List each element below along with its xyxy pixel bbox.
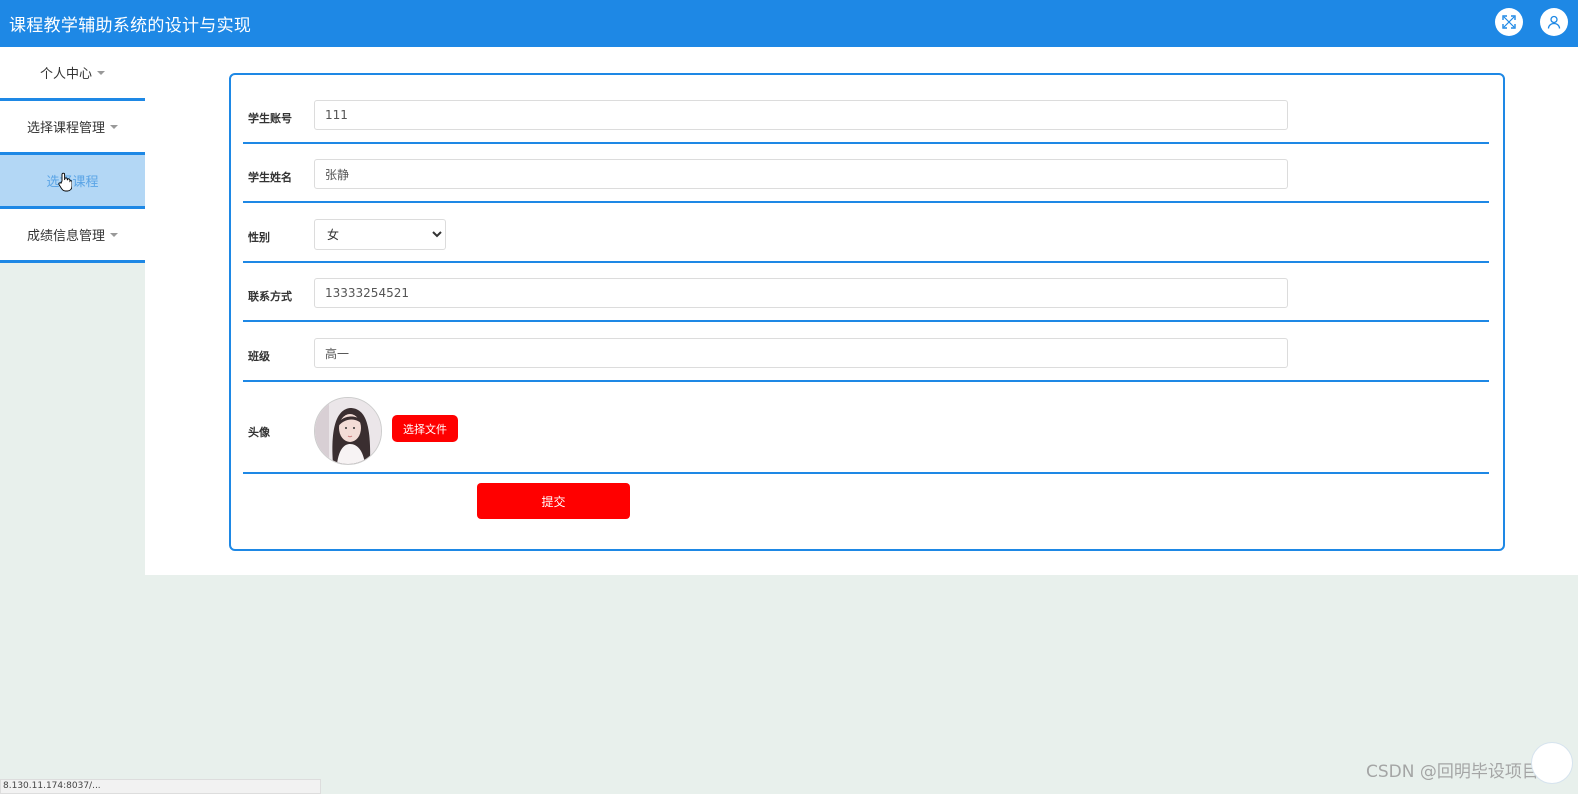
sidebar-item-personal-center[interactable]: 个人中心	[0, 47, 145, 101]
phone-input[interactable]	[314, 278, 1288, 308]
floating-help-button[interactable]	[1531, 742, 1573, 784]
account-label: 学生账号	[248, 112, 292, 125]
fullscreen-icon	[1502, 15, 1516, 29]
sidebar-item-course-selection-management[interactable]: 选择课程管理	[0, 101, 145, 155]
form-row-class: 班级	[243, 322, 1489, 382]
csdn-watermark: CSDN @回明毕设项目	[1366, 762, 1539, 782]
user-icon	[1547, 15, 1561, 29]
avatar-portrait-image	[315, 398, 381, 464]
top-header: 课程教学辅助系统的设计与实现	[0, 0, 1578, 47]
sidebar-item-label: 个人中心	[39, 67, 92, 82]
user-menu-button[interactable]	[1540, 8, 1568, 36]
sidebar-item-label: 选择课程管理	[26, 121, 105, 136]
name-input[interactable]	[314, 159, 1288, 189]
form-row-account: 学生账号	[243, 75, 1489, 144]
app-title: 课程教学辅助系统的设计与实现	[9, 16, 252, 36]
class-label: 班级	[248, 350, 270, 363]
student-info-form: 学生账号 学生姓名 性别 女 联系方式 班级 头像	[229, 73, 1505, 551]
main-content: 学生账号 学生姓名 性别 女 联系方式 班级 头像	[145, 47, 1578, 575]
choose-file-button[interactable]: 选择文件	[392, 415, 458, 442]
caret-down-icon	[110, 124, 118, 129]
avatar-image	[314, 397, 382, 465]
form-row-gender: 性别 女	[243, 203, 1489, 263]
form-row-avatar: 头像 选择文件	[243, 382, 1489, 474]
fullscreen-button[interactable]	[1495, 8, 1523, 36]
gender-select[interactable]: 女	[314, 219, 446, 250]
avatar-label: 头像	[248, 426, 270, 439]
form-row-name: 学生姓名	[243, 144, 1489, 203]
class-input[interactable]	[314, 338, 1288, 368]
sidebar-item-label: 成绩信息管理	[26, 229, 105, 244]
sidebar: 个人中心 选择课程管理 选择课程 成绩信息管理	[0, 47, 145, 263]
sidebar-item-select-course[interactable]: 选择课程	[0, 155, 145, 209]
hand-cursor-icon	[58, 172, 72, 192]
caret-down-icon	[110, 232, 118, 237]
name-label: 学生姓名	[248, 171, 292, 184]
sidebar-item-label: 选择课程	[46, 175, 99, 190]
gender-label: 性别	[248, 231, 270, 244]
submit-button[interactable]: 提交	[477, 483, 630, 519]
sidebar-item-grade-management[interactable]: 成绩信息管理	[0, 209, 145, 263]
form-row-phone: 联系方式	[243, 263, 1489, 322]
phone-label: 联系方式	[248, 290, 292, 303]
caret-down-icon	[97, 70, 105, 75]
account-input[interactable]	[314, 100, 1288, 130]
